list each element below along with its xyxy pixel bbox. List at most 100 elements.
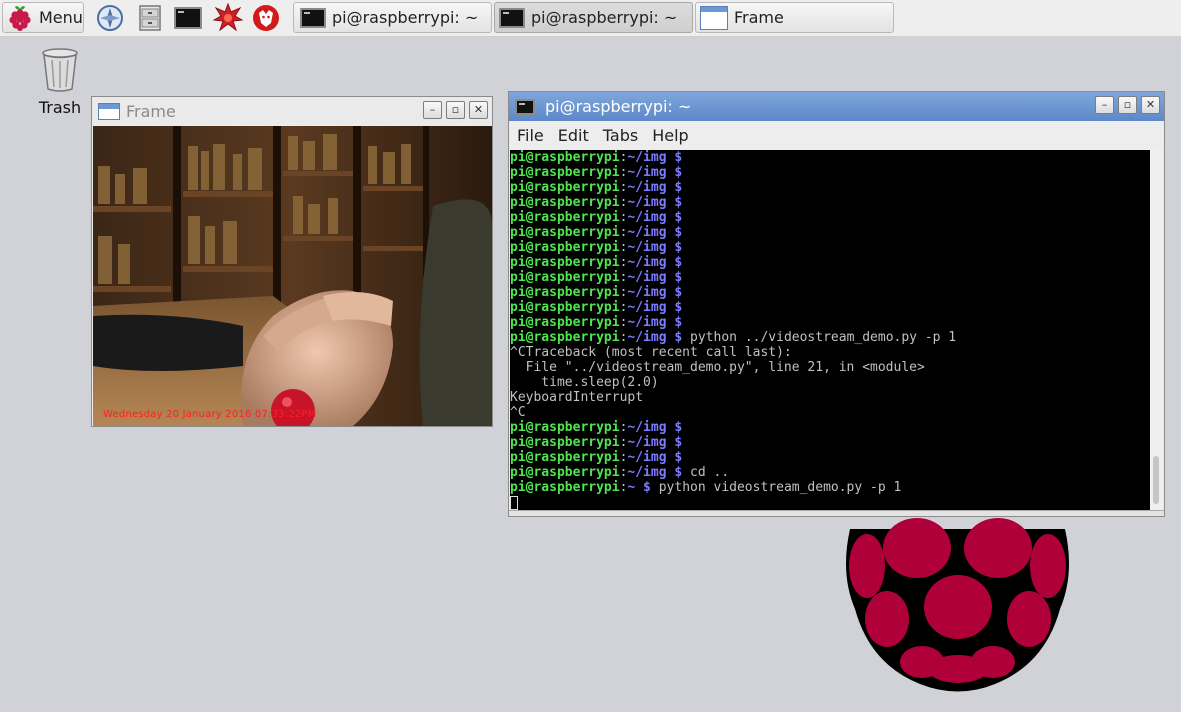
prompt-path: ~/img $: [627, 315, 683, 330]
prompt-user: pi@raspberrypi: [510, 165, 620, 180]
prompt-user: pi@raspberrypi: [510, 480, 620, 495]
task-frame[interactable]: Frame: [695, 2, 894, 33]
wolfram-launcher[interactable]: [251, 3, 281, 33]
terminal-line: pi@raspberrypi:~/img $: [510, 435, 1152, 450]
terminal-line: pi@raspberrypi:~/img $: [510, 225, 1152, 240]
task-label: Frame: [734, 8, 784, 27]
trash-desktop-icon[interactable]: Trash: [34, 46, 86, 117]
menu-button[interactable]: Menu: [2, 2, 84, 33]
task-label: pi@raspberrypi: ~: [531, 8, 678, 27]
prompt-path: ~/img $: [627, 420, 683, 435]
terminal-titlebar[interactable]: pi@raspberrypi: ~ – ▫ ✕: [509, 92, 1164, 121]
prompt-user: pi@raspberrypi: [510, 150, 620, 165]
terminal-line: pi@raspberrypi:~/img $: [510, 165, 1152, 180]
command-text: python ../videostream_demo.py -p 1: [682, 330, 957, 345]
close-button[interactable]: ✕: [1141, 96, 1160, 114]
terminal-icon: [174, 7, 202, 29]
trash-icon: [42, 48, 78, 92]
menu-file[interactable]: File: [517, 126, 544, 145]
prompt-user: pi@raspberrypi: [510, 285, 620, 300]
wolfram-icon: [253, 5, 279, 31]
prompt-user: pi@raspberrypi: [510, 435, 620, 450]
prompt-path: ~/img $: [627, 255, 683, 270]
camera-feed-image: [93, 126, 492, 426]
terminal-line: time.sleep(2.0): [510, 375, 1152, 390]
web-browser-launcher[interactable]: [95, 3, 125, 33]
terminal-line: pi@raspberrypi:~/img $: [510, 450, 1152, 465]
prompt-path: ~/img $: [627, 300, 683, 315]
terminal-line: KeyboardInterrupt: [510, 390, 1152, 405]
maximize-button[interactable]: ▫: [1118, 96, 1137, 114]
window-icon: [700, 5, 728, 30]
frame-title: Frame: [126, 101, 176, 121]
prompt-path: ~/img $: [627, 330, 683, 345]
terminal-icon: [300, 7, 326, 28]
maximize-button[interactable]: ▫: [446, 101, 465, 119]
prompt-user: pi@raspberrypi: [510, 315, 620, 330]
terminal-line: pi@raspberrypi:~/img $: [510, 255, 1152, 270]
frame-titlebar[interactable]: Frame – ▫ ✕: [92, 97, 492, 125]
mathematica-launcher[interactable]: [213, 3, 243, 33]
terminal-line: File "../videostream_demo.py", line 21, …: [510, 360, 1152, 375]
terminal-icon: [499, 7, 525, 28]
prompt-path: ~ $: [627, 480, 651, 495]
menu-label: Menu: [39, 8, 83, 27]
frame-window[interactable]: Frame – ▫ ✕ Wednesday 20 January 2016 07…: [91, 96, 493, 427]
terminal-output[interactable]: pi@raspberrypi:~/img $ pi@raspberrypi:~/i…: [510, 150, 1152, 512]
terminal-line: pi@raspberrypi:~/img $: [510, 315, 1152, 330]
terminal-scrollbar[interactable]: [1150, 150, 1162, 512]
task-terminal-1[interactable]: pi@raspberrypi: ~: [293, 2, 492, 33]
file-manager-icon: [139, 5, 161, 31]
prompt-user: pi@raspberrypi: [510, 465, 620, 480]
command-text: python videostream_demo.py -p 1: [650, 480, 902, 495]
terminal-launcher[interactable]: [173, 3, 203, 33]
terminal-line: pi@raspberrypi:~/img $: [510, 210, 1152, 225]
prompt-user: pi@raspberrypi: [510, 210, 620, 225]
trash-label: Trash: [38, 98, 82, 117]
terminal-line: pi@raspberrypi:~/img $: [510, 285, 1152, 300]
output-text: File "../videostream_demo.py", line 21, …: [510, 360, 925, 375]
terminal-menubar: File Edit Tabs Help: [509, 121, 1164, 149]
output-text: KeyboardInterrupt: [510, 390, 644, 405]
prompt-user: pi@raspberrypi: [510, 420, 620, 435]
prompt-path: ~/img $: [627, 165, 683, 180]
taskbar: Menu pi@raspberrypi: ~ pi@raspberrypi: ~…: [0, 0, 1181, 37]
output-text: ^C: [510, 405, 526, 420]
prompt-user: pi@raspberrypi: [510, 450, 620, 465]
prompt-user: pi@raspberrypi: [510, 225, 620, 240]
scrollbar-thumb[interactable]: [1153, 456, 1159, 504]
raspberry-wallpaper-logo: [846, 518, 1069, 692]
prompt-user: pi@raspberrypi: [510, 330, 620, 345]
cursor-line: [510, 495, 1152, 510]
menu-help[interactable]: Help: [652, 126, 688, 145]
prompt-path: ~/img $: [627, 465, 683, 480]
prompt-path: ~/img $: [627, 450, 683, 465]
mathematica-icon: [213, 3, 243, 32]
close-button[interactable]: ✕: [469, 101, 488, 119]
terminal-icon: [515, 98, 535, 115]
terminal-line: ^CTraceback (most recent call last):: [510, 345, 1152, 360]
command-text: cd ..: [682, 465, 730, 480]
prompt-user: pi@raspberrypi: [510, 300, 620, 315]
text-cursor: [510, 495, 518, 510]
terminal-line: pi@raspberrypi:~/img $: [510, 270, 1152, 285]
menu-edit[interactable]: Edit: [558, 126, 589, 145]
terminal-line: pi@raspberrypi:~/img $ python ../videost…: [510, 330, 1152, 345]
web-browser-icon: [97, 5, 123, 31]
task-terminal-2[interactable]: pi@raspberrypi: ~: [494, 2, 693, 33]
minimize-button[interactable]: –: [1095, 96, 1114, 114]
prompt-user: pi@raspberrypi: [510, 240, 620, 255]
prompt-path: ~/img $: [627, 210, 683, 225]
terminal-line: pi@raspberrypi:~/img $: [510, 300, 1152, 315]
video-timestamp-overlay: Wednesday 20 January 2016 07:33:22PM: [103, 409, 317, 420]
terminal-line: pi@raspberrypi:~/img $: [510, 150, 1152, 165]
prompt-path: ~/img $: [627, 270, 683, 285]
terminal-window[interactable]: pi@raspberrypi: ~ – ▫ ✕ File Edit Tabs H…: [508, 91, 1165, 517]
minimize-button[interactable]: –: [423, 101, 442, 119]
terminal-line: pi@raspberrypi:~/img $ cd ..: [510, 465, 1152, 480]
video-frame: Wednesday 20 January 2016 07:33:22PM: [93, 126, 492, 426]
menu-tabs[interactable]: Tabs: [603, 126, 638, 145]
task-label: pi@raspberrypi: ~: [332, 8, 479, 27]
terminal-line: pi@raspberrypi:~ $ python videostream_de…: [510, 480, 1152, 495]
file-manager-launcher[interactable]: [135, 3, 165, 33]
